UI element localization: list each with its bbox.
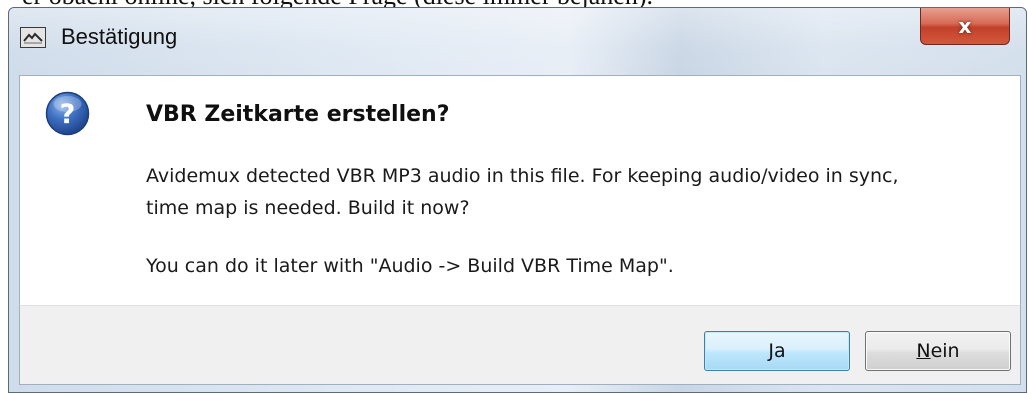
button-bar: Ja Nein — [19, 305, 1021, 385]
message-hint: You can do it later with "Audio -> Build… — [146, 255, 674, 277]
question-icon: ? — [45, 91, 90, 136]
no-label-rest: ein — [930, 340, 960, 362]
dialog-message: Avidemux detected VBR MP3 audio in this … — [146, 160, 1006, 282]
message-text: Avidemux detected VBR MP3 audio in this … — [146, 160, 1006, 224]
window-title: Bestätigung — [61, 24, 178, 49]
dialog-heading: VBR Zeitkarte erstellen? — [146, 102, 450, 127]
yes-label-rest: a — [773, 340, 786, 362]
no-button[interactable]: Nein — [865, 331, 1011, 371]
close-icon: x — [958, 13, 972, 38]
no-mnemonic: N — [916, 340, 931, 362]
yes-button[interactable]: Ja — [704, 331, 850, 371]
message-line-1: Avidemux detected VBR MP3 audio in this … — [146, 165, 899, 187]
message-line-2: time map is needed. Build it now? — [146, 197, 470, 219]
dialog-content: ? VBR Zeitkarte erstellen? Avidemux dete… — [19, 75, 1021, 305]
close-button[interactable]: x — [920, 8, 1010, 45]
avidemux-icon — [20, 27, 46, 48]
svg-text:?: ? — [60, 99, 76, 130]
confirmation-dialog: Bestätigung x ? VBR Zeitkarte erstellen? — [8, 7, 1027, 393]
title-bar[interactable]: Bestätigung x — [9, 8, 1026, 75]
